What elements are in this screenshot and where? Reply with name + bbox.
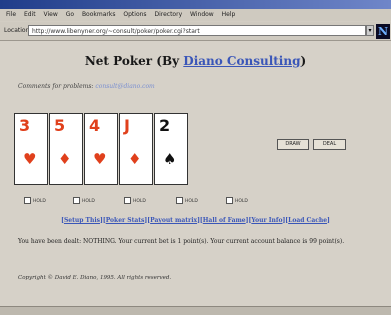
page-content: Net Poker (By Diano Consulting) Comments… (0, 41, 391, 306)
hold-checkbox-4[interactable]: HOLD (176, 197, 198, 204)
checkbox-icon (226, 197, 233, 204)
menu-go[interactable]: Go (66, 9, 74, 21)
hold-checkbox-1[interactable]: HOLD (24, 197, 46, 204)
link-setup[interactable]: Setup This (64, 217, 100, 224)
comments-email-link[interactable]: consult@diano.com (95, 83, 154, 90)
card-5[interactable]: 2 ♠ (154, 113, 188, 185)
checkbox-icon (176, 197, 183, 204)
menu-view[interactable]: View (44, 9, 58, 21)
diamond-icon: ♦ (128, 150, 142, 168)
menu-help[interactable]: Help (222, 9, 236, 21)
url-input[interactable]: http://www.libenyner.org/~consult/poker/… (28, 25, 366, 36)
deal-button[interactable]: DEAL (313, 139, 346, 150)
card-1-rank: 3 (19, 116, 31, 135)
checkbox-icon (24, 197, 31, 204)
comments-label: Comments for problems: (18, 83, 94, 90)
card-5-rank: 2 (159, 116, 171, 135)
checkbox-icon (124, 197, 131, 204)
link-load-cache[interactable]: Load Cache (288, 217, 327, 224)
card-1[interactable]: 3 ♥ (14, 113, 48, 185)
menu-edit[interactable]: Edit (24, 9, 36, 21)
url-dropdown-arrow-icon[interactable]: ▾ (366, 25, 374, 36)
title-suffix: ) (300, 54, 307, 68)
location-bar: Location: http://www.libenyner.org/~cons… (0, 22, 391, 41)
hold-label-4: HOLD (185, 199, 198, 204)
diamond-icon: ♦ (58, 150, 72, 168)
nav-links: [Setup This][Poker Stats][Payout matrix]… (61, 217, 330, 224)
copyright-text: Copyright © David E. Diano, 1995. All ri… (18, 275, 172, 281)
hold-label-3: HOLD (133, 199, 146, 204)
title-bar (0, 0, 391, 9)
heart-icon: ♥ (23, 150, 37, 168)
menu-bar: File Edit View Go Bookmarks Options Dire… (0, 9, 391, 21)
hold-checkbox-3[interactable]: HOLD (124, 197, 146, 204)
checkbox-icon (73, 197, 80, 204)
browser-window: File Edit View Go Bookmarks Options Dire… (0, 0, 391, 315)
menu-directory[interactable]: Directory (154, 9, 182, 21)
menu-bookmarks[interactable]: Bookmarks (82, 9, 116, 21)
title-prefix: Net Poker (By (84, 54, 184, 68)
heart-icon: ♥ (93, 150, 107, 168)
link-payout-matrix[interactable]: Payout matrix (150, 217, 197, 224)
title-link[interactable]: Diano Consulting (183, 54, 300, 68)
card-3[interactable]: 4 ♥ (84, 113, 118, 185)
card-4-rank: J (124, 116, 130, 135)
hold-checkbox-2[interactable]: HOLD (73, 197, 95, 204)
hold-checkbox-5[interactable]: HOLD (226, 197, 248, 204)
menu-options[interactable]: Options (123, 9, 146, 21)
card-2-rank: 5 (54, 116, 66, 135)
draw-button[interactable]: DRAW (277, 139, 309, 150)
link-your-info[interactable]: Your Info (251, 217, 282, 224)
hold-label-2: HOLD (82, 199, 95, 204)
card-4[interactable]: J ♦ (119, 113, 153, 185)
link-hall-of-fame[interactable]: Hall of Fame (203, 217, 246, 224)
link-poker-stats[interactable]: Poker Stats (106, 217, 145, 224)
page-title: Net Poker (By Diano Consulting) (0, 54, 391, 68)
spade-icon: ♠ (163, 150, 177, 168)
card-3-rank: 4 (89, 116, 101, 135)
comments-line: Comments for problems: consult@diano.com (18, 83, 155, 90)
menu-file[interactable]: File (6, 9, 16, 21)
netscape-logo-icon: N (376, 24, 390, 39)
menu-window[interactable]: Window (190, 9, 214, 21)
status-message: You have been dealt: NOTHING. Your curre… (18, 238, 345, 245)
hold-label-5: HOLD (235, 199, 248, 204)
card-2[interactable]: 5 ♦ (49, 113, 83, 185)
hold-label-1: HOLD (33, 199, 46, 204)
